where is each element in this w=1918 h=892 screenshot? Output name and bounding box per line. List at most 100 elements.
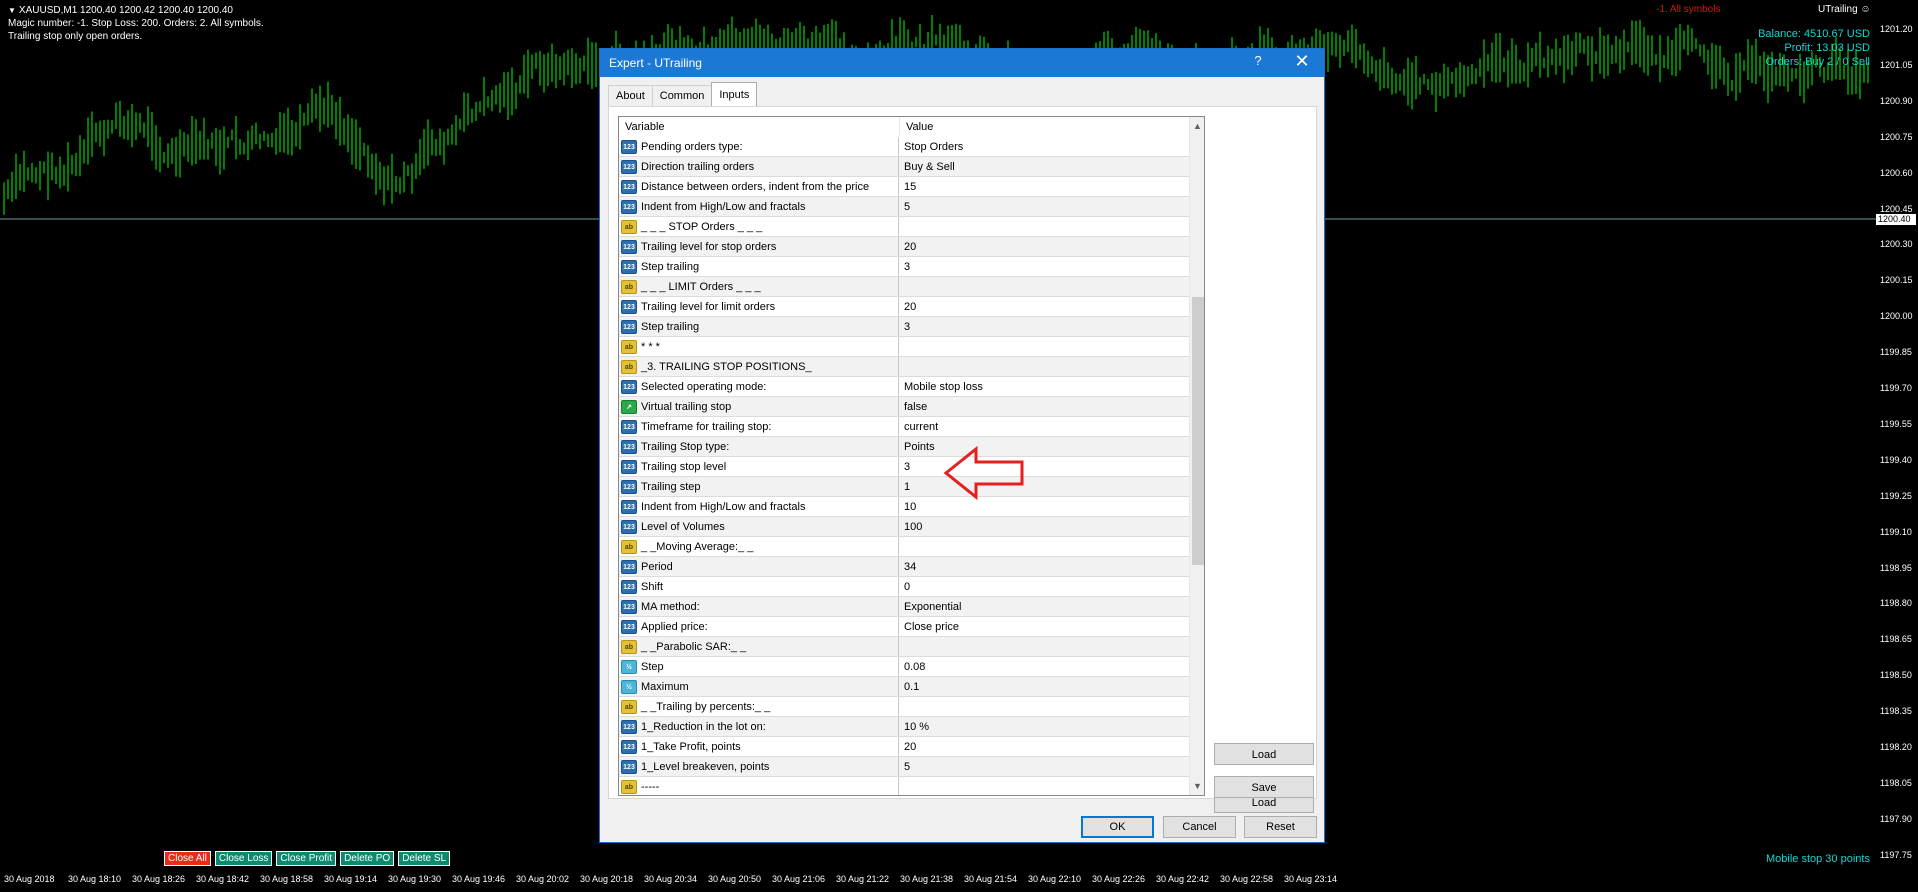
input-row[interactable]: 123 Direction trailing orders Buy & Sell: [619, 157, 1189, 177]
input-row[interactable]: 123 Applied price: Close price: [619, 617, 1189, 637]
input-row[interactable]: 123 Trailing level for stop orders 20: [619, 237, 1189, 257]
delete-sl-button[interactable]: Delete SL: [398, 851, 451, 866]
input-row[interactable]: 123 Shift 0: [619, 577, 1189, 597]
column-variable[interactable]: Variable: [619, 117, 900, 137]
input-row[interactable]: 123 Level of Volumes 100: [619, 517, 1189, 537]
input-row[interactable]: 123 Trailing step 1: [619, 477, 1189, 497]
price-tick: 1200.75: [1880, 131, 1913, 142]
value-cell[interactable]: 100: [899, 517, 1189, 536]
value-cell[interactable]: Close price: [899, 617, 1189, 636]
value-cell[interactable]: 3: [899, 257, 1189, 276]
scroll-up-icon[interactable]: ▲: [1193, 121, 1202, 131]
value-cell[interactable]: [899, 537, 1189, 556]
value-cell[interactable]: Exponential: [899, 597, 1189, 616]
variable-label: Maximum: [641, 680, 689, 693]
input-row[interactable]: 123 Step trailing 3: [619, 317, 1189, 337]
input-row[interactable]: 123 Selected operating mode: Mobile stop l…: [619, 377, 1189, 397]
value-cell[interactable]: [899, 697, 1189, 716]
input-row[interactable]: 123 Period 34: [619, 557, 1189, 577]
close-loss-button[interactable]: Close Loss: [214, 851, 273, 866]
input-row[interactable]: 123 Trailing stop level 3: [619, 457, 1189, 477]
value-cell[interactable]: 10 %: [899, 717, 1189, 736]
string-type-icon: ab: [621, 219, 637, 234]
value-cell[interactable]: 20: [899, 237, 1189, 256]
input-row[interactable]: 123 1_Take Profit, points 20: [619, 737, 1189, 757]
value-cell[interactable]: 5: [899, 757, 1189, 776]
value-cell[interactable]: [899, 637, 1189, 656]
input-row[interactable]: 123 MA method: Exponential: [619, 597, 1189, 617]
ok-button[interactable]: OK: [1081, 816, 1154, 838]
value-cell[interactable]: 10: [899, 497, 1189, 516]
input-row[interactable]: 123 Indent from High/Low and fractals 5: [619, 197, 1189, 217]
value-cell[interactable]: Stop Orders: [899, 137, 1189, 156]
input-row[interactable]: 123 Step trailing 3: [619, 257, 1189, 277]
price-tick: 1199.55: [1880, 418, 1912, 429]
variable-label: Indent from High/Low and fractals: [641, 500, 806, 513]
save-button[interactable]: Save: [1214, 776, 1314, 798]
cancel-button[interactable]: Cancel: [1163, 816, 1236, 838]
value-cell[interactable]: Mobile stop loss: [899, 377, 1189, 396]
value-cell[interactable]: 3: [899, 317, 1189, 336]
integer-type-icon: 123: [621, 519, 637, 534]
column-value[interactable]: Value: [900, 117, 933, 137]
input-row[interactable]: ab -----: [619, 777, 1189, 795]
value-cell[interactable]: 1: [899, 477, 1189, 496]
help-button[interactable]: ?: [1248, 53, 1268, 68]
orders-label: Orders: Buy 2 / 0 Sell: [1765, 56, 1870, 68]
close-profit-button[interactable]: Close Profit: [276, 851, 337, 866]
value-cell[interactable]: [899, 777, 1189, 795]
value-cell[interactable]: 0: [899, 577, 1189, 596]
variable-label: Trailing stop level: [641, 460, 727, 473]
input-row[interactable]: 123 Timeframe for trailing stop: current: [619, 417, 1189, 437]
value-cell[interactable]: 34: [899, 557, 1189, 576]
input-row[interactable]: 123 1_Level breakeven, points 5: [619, 757, 1189, 777]
value-cell[interactable]: 15: [899, 177, 1189, 196]
value-cell[interactable]: 20: [899, 297, 1189, 316]
input-row[interactable]: ab _ _ _ LIMIT Orders _ _ _: [619, 277, 1189, 297]
integer-type-icon: 123: [621, 599, 637, 614]
input-row[interactable]: ab _ _Moving Average:_ _: [619, 537, 1189, 557]
value-cell[interactable]: 3: [899, 457, 1189, 476]
tab-common[interactable]: Common: [651, 85, 713, 106]
value-cell[interactable]: [899, 217, 1189, 236]
input-row[interactable]: ab _ _Parabolic SAR:_ _: [619, 637, 1189, 657]
value-cell[interactable]: 0.08: [899, 657, 1189, 676]
value-cell[interactable]: 5: [899, 197, 1189, 216]
value-cell[interactable]: [899, 277, 1189, 296]
scroll-down-icon[interactable]: ▼: [1193, 781, 1202, 791]
input-row[interactable]: 123 Indent from High/Low and fractals 10: [619, 497, 1189, 517]
input-row[interactable]: ½ Step 0.08: [619, 657, 1189, 677]
variable-label: * * *: [641, 340, 660, 353]
chart-menu-icon[interactable]: ▼: [8, 4, 16, 17]
tab-about[interactable]: About: [608, 85, 653, 106]
value-cell[interactable]: false: [899, 397, 1189, 416]
value-cell[interactable]: 0.1: [899, 677, 1189, 696]
input-row[interactable]: ab _3. TRAILING STOP POSITIONS_: [619, 357, 1189, 377]
value-cell[interactable]: [899, 337, 1189, 356]
value-cell[interactable]: Points: [899, 437, 1189, 456]
value-cell[interactable]: Buy & Sell: [899, 157, 1189, 176]
input-row[interactable]: 123 1_Reduction in the lot on: 10 %: [619, 717, 1189, 737]
tab-inputs[interactable]: Inputs: [711, 82, 758, 106]
input-row[interactable]: 123 Pending orders type: Stop Orders: [619, 137, 1189, 157]
input-row[interactable]: ab _ _ _ STOP Orders _ _ _: [619, 217, 1189, 237]
value-cell[interactable]: 20: [899, 737, 1189, 756]
input-row[interactable]: 123 Trailing Stop type: Points: [619, 437, 1189, 457]
input-row[interactable]: 123 Distance between orders, indent from …: [619, 177, 1189, 197]
dialog-title-bar[interactable]: Expert - UTrailing ? ✕: [600, 49, 1324, 77]
variable-cell: ↗ Virtual trailing stop: [619, 397, 899, 416]
grid-scrollbar[interactable]: ▲ ▼: [1189, 117, 1204, 795]
value-cell[interactable]: [899, 357, 1189, 376]
load-button-face[interactable]: Load: [1214, 743, 1314, 765]
reset-button[interactable]: Reset: [1244, 816, 1317, 838]
input-row[interactable]: ↗ Virtual trailing stop false: [619, 397, 1189, 417]
input-row[interactable]: ½ Maximum 0.1: [619, 677, 1189, 697]
close-all-button[interactable]: Close All: [164, 851, 211, 866]
input-row[interactable]: ab * * *: [619, 337, 1189, 357]
delete-po-button[interactable]: Delete PO: [340, 851, 395, 866]
scroll-thumb[interactable]: [1192, 297, 1204, 565]
input-row[interactable]: ab _ _Trailing by percents:_ _: [619, 697, 1189, 717]
value-cell[interactable]: current: [899, 417, 1189, 436]
input-row[interactable]: 123 Trailing level for limit orders 20: [619, 297, 1189, 317]
close-icon[interactable]: ✕: [1290, 51, 1314, 72]
